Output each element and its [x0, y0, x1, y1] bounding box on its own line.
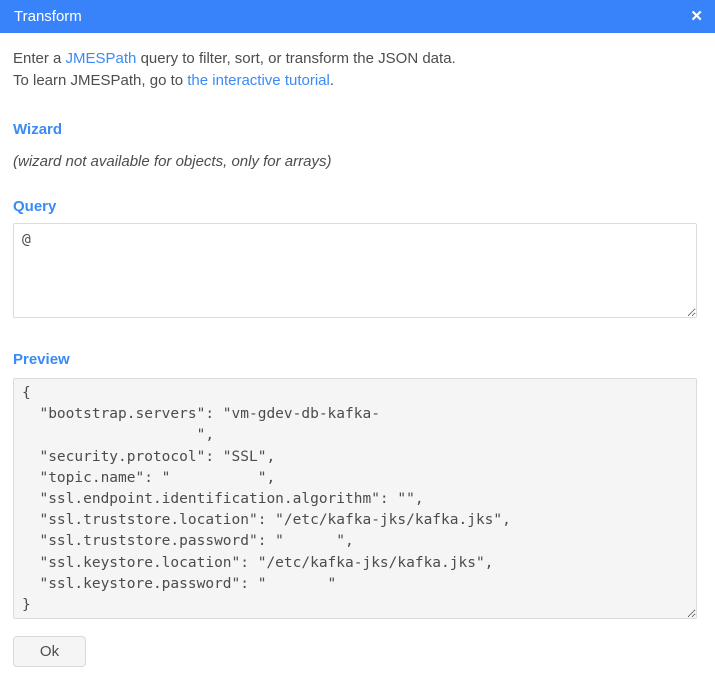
transform-modal: Transform ✕ Enter a JMESPath query to fi…	[0, 0, 715, 690]
intro-line1-suffix: query to filter, sort, or transform the …	[136, 50, 455, 67]
preview-heading: Preview	[13, 351, 697, 369]
tutorial-link[interactable]: the interactive tutorial	[187, 72, 330, 89]
intro-text: Enter a JMESPath query to filter, sort, …	[13, 48, 697, 92]
wizard-note: (wizard not available for objects, only …	[13, 152, 697, 172]
modal-title: Transform	[14, 8, 82, 25]
preview-output[interactable]: { "bootstrap.servers": "vm-gdev-db-kafka…	[13, 378, 697, 619]
jmespath-link[interactable]: JMESPath	[66, 50, 137, 67]
close-icon[interactable]: ✕	[690, 9, 703, 24]
intro-line1-prefix: Enter a	[13, 50, 66, 67]
modal-body: Enter a JMESPath query to filter, sort, …	[0, 33, 715, 679]
intro-line2-suffix: .	[330, 72, 334, 89]
query-heading: Query	[13, 198, 697, 216]
query-input[interactable]: @	[13, 223, 697, 318]
ok-button[interactable]: Ok	[13, 636, 86, 667]
intro-line2-prefix: To learn JMESPath, go to	[13, 72, 187, 89]
modal-header: Transform ✕	[0, 0, 715, 33]
wizard-heading: Wizard	[13, 121, 697, 139]
